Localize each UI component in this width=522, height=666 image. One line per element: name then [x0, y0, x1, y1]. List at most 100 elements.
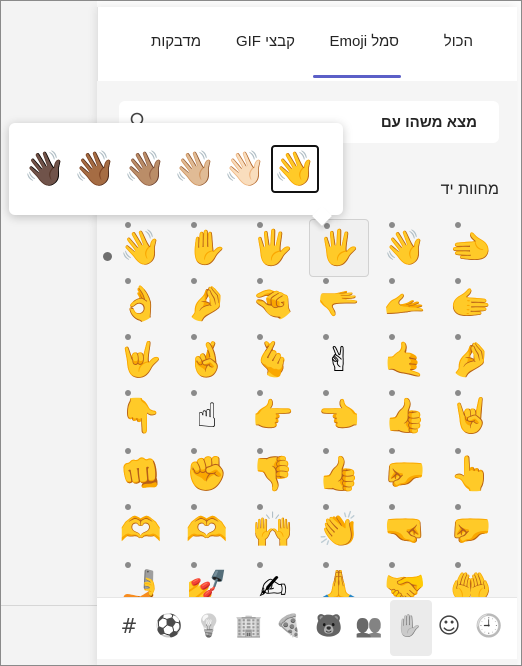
emoji-cell[interactable]: 🤛: [441, 501, 501, 559]
emoji-cell[interactable]: ✌: [309, 331, 369, 389]
emoji-cell[interactable]: 👍: [309, 445, 369, 503]
category-people-icon[interactable]: 👥: [355, 612, 383, 640]
emoji-cell[interactable]: 🤜: [375, 501, 435, 559]
skin-tone-option[interactable]: 👋🏽: [121, 145, 169, 193]
category-smileys-icon[interactable]: ☺: [435, 612, 463, 640]
emoji-cell[interactable]: 🤘: [441, 387, 501, 445]
emoji-cell[interactable]: 🫶: [111, 501, 171, 559]
skin-tone-variant-dot: [257, 334, 263, 340]
category-objects-icon[interactable]: 💡: [195, 612, 223, 640]
emoji-cell[interactable]: ✋: [177, 219, 237, 277]
category-activities-icon[interactable]: ⚽: [155, 612, 183, 640]
skin-tone-option[interactable]: 👋🏿: [21, 145, 69, 193]
category-symbols-icon[interactable]: #: [115, 612, 143, 640]
emoji-cell[interactable]: 🤏: [243, 275, 303, 333]
emoji-cell[interactable]: 🫱: [441, 275, 501, 333]
emoji-cell[interactable]: 🙌: [243, 501, 303, 559]
emoji-cell[interactable]: 🤌: [441, 331, 501, 389]
category-recent-icon[interactable]: 🕘: [475, 612, 503, 640]
skin-tone-variant-dot: [191, 562, 197, 568]
emoji-cell[interactable]: 👆: [441, 445, 501, 503]
emoji-cell[interactable]: 🤟: [111, 331, 171, 389]
skin-tone-option[interactable]: 👋🏼: [171, 145, 219, 193]
emoji-cell[interactable]: 🤲: [441, 559, 501, 597]
emoji-glyph: 👍: [317, 454, 361, 494]
skin-tone-variant-dot: [257, 448, 263, 454]
emoji-glyph: 🤏: [251, 284, 295, 324]
emoji-cell[interactable]: 🫳: [309, 275, 369, 333]
skin-tone-variant-dot: [455, 504, 461, 510]
skin-tone-variant-dot: [389, 448, 395, 454]
emoji-cell[interactable]: 🤞: [177, 331, 237, 389]
emoji-cell[interactable]: 🫶: [177, 501, 237, 559]
skin-tone-option[interactable]: 👋🏻: [221, 145, 269, 193]
emoji-glyph: 🤌: [185, 284, 229, 324]
skin-tone-variant-dot: [125, 562, 131, 568]
skin-tone-variant-dot: [191, 504, 197, 510]
emoji-glyph: 🤜: [383, 510, 427, 550]
category-animals-icon[interactable]: 🐻: [315, 612, 343, 640]
skin-tone-popup: 👋 👋🏻 👋🏼 👋🏽 👋🏾 👋🏿: [9, 123, 343, 215]
skin-tone-variant-dot: [455, 390, 461, 396]
emoji-cell[interactable]: 👍: [375, 387, 435, 445]
emoji-glyph: 👆: [449, 454, 493, 494]
emoji-glyph: 👏: [317, 510, 361, 550]
tab-stickers[interactable]: מדבקות: [151, 33, 201, 50]
skin-tone-variant-dot: [455, 334, 461, 340]
emoji-glyph: ✊: [185, 454, 229, 494]
skin-tone-variant-dot: [323, 562, 329, 568]
emoji-cell[interactable]: 👈: [309, 387, 369, 445]
emoji-glyph: 🤳: [119, 568, 163, 597]
skin-tone-option[interactable]: 👋🏾: [71, 145, 119, 193]
emoji-glyph: 🤘: [449, 396, 493, 436]
emoji-cell[interactable]: 👋: [111, 219, 171, 277]
emoji-cell[interactable]: 🤌: [177, 275, 237, 333]
tab-emoji[interactable]: סמל Emoji: [330, 33, 399, 50]
emoji-glyph: 🫶: [119, 510, 163, 550]
emoji-cell[interactable]: ✍: [243, 559, 303, 597]
category-food-icon[interactable]: 🍕: [275, 612, 303, 640]
skin-tone-variant-dot: [191, 278, 197, 284]
emoji-cell[interactable]: 🙏: [309, 559, 369, 597]
emoji-cell[interactable]: 💅: [177, 559, 237, 597]
category-hand-gestures-icon[interactable]: ✋: [395, 612, 423, 640]
skin-tone-variant-dot: [323, 390, 329, 396]
emoji-cell[interactable]: 👇: [111, 387, 171, 445]
category-travel-icon[interactable]: 🏢: [235, 612, 263, 640]
skin-tone-variant-dot: [191, 448, 197, 454]
emoji-cell[interactable]: 👎: [243, 445, 303, 503]
emoji-glyph: 🤛: [383, 454, 427, 494]
emoji-cell[interactable]: 🤛: [375, 445, 435, 503]
emoji-cell[interactable]: 🫲: [441, 219, 501, 277]
emoji-cell[interactable]: 👉: [243, 387, 303, 445]
emoji-cell[interactable]: 🤝: [375, 559, 435, 597]
emoji-cell[interactable]: 🫴: [375, 275, 435, 333]
emoji-cell[interactable]: 🖐: [243, 219, 303, 277]
emoji-cell[interactable]: ☝: [177, 387, 237, 445]
emoji-cell[interactable]: 👏: [309, 501, 369, 559]
emoji-glyph: ✌: [324, 340, 354, 380]
skin-tone-option[interactable]: 👋: [271, 145, 319, 193]
skin-tone-variant-dot: [257, 222, 263, 228]
emoji-glyph: 🫲: [449, 228, 493, 268]
emoji-cell[interactable]: 👌: [111, 275, 171, 333]
emoji-cell[interactable]: 👋: [375, 219, 435, 277]
emoji-glyph: 👊: [119, 454, 163, 494]
skin-tone-variant-dot: [257, 278, 263, 284]
emoji-glyph: 🙌: [251, 510, 295, 550]
emoji-cell[interactable]: 🫰: [243, 331, 303, 389]
category-bar: 🕘 ☺ ✋ 👥 🐻 🍕 🏢 💡 ⚽ #: [97, 597, 517, 659]
emoji-glyph: 🤝: [383, 568, 427, 597]
emoji-cell[interactable]: 🤙: [375, 331, 435, 389]
tab-gif[interactable]: קבצי GIF: [236, 33, 295, 50]
emoji-glyph: 👋: [119, 228, 163, 268]
skin-tone-variant-dot: [389, 222, 395, 228]
emoji-cell[interactable]: 🤳: [111, 559, 171, 597]
emoji-cell[interactable]: 🖐: [309, 219, 369, 277]
emoji-cell[interactable]: 👊: [111, 445, 171, 503]
tab-all[interactable]: הכול: [444, 33, 473, 50]
emoji-cell[interactable]: ✊: [177, 445, 237, 503]
emoji-glyph: 👍: [383, 396, 427, 436]
emoji-glyph: 🤌: [449, 340, 493, 380]
skin-tone-variant-dot: [257, 390, 263, 396]
